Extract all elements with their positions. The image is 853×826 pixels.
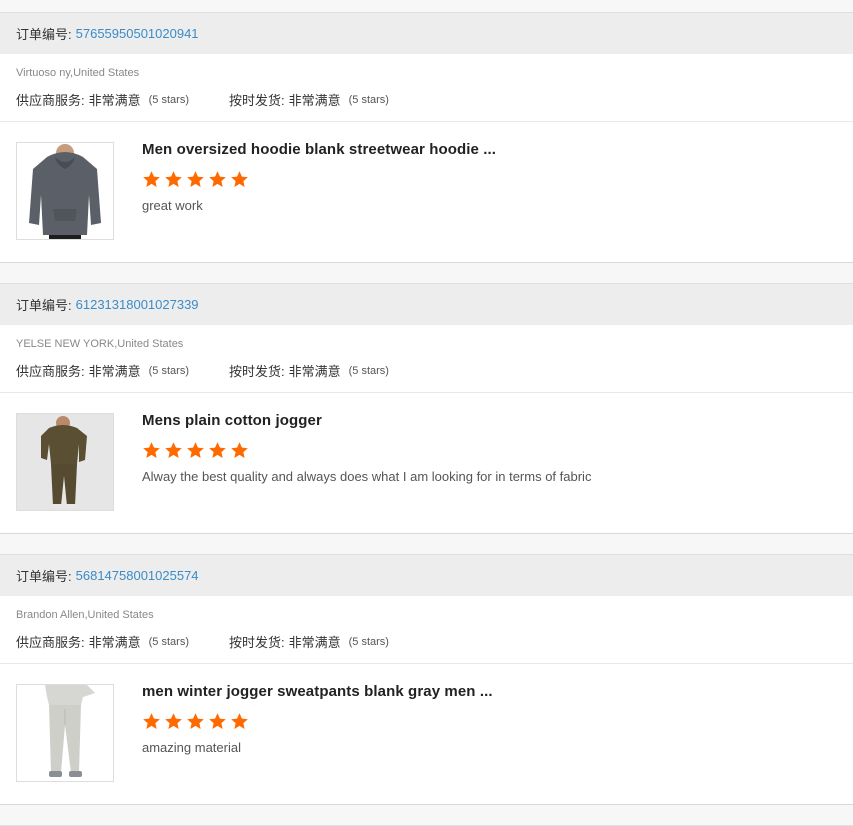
buyer-name: Brandon Allen,United States bbox=[16, 609, 154, 621]
supplier-service-rating: 供应商服务: 非常满意 (5 stars) bbox=[16, 90, 189, 109]
on-time-rating: 按时发货: 非常满意 (5 stars) bbox=[229, 90, 389, 109]
order-header: 订单编号: 56814758001025574 bbox=[0, 555, 853, 596]
star-icon bbox=[187, 442, 204, 458]
order-card: 订单编号: 61231318001027339 YELSE NEW YORK,U… bbox=[0, 284, 853, 534]
order-header: 订单编号: 61231318001027339 bbox=[0, 284, 853, 325]
supplier-service-value: 非常满意 bbox=[88, 364, 141, 379]
star-icon bbox=[165, 713, 182, 729]
supplier-ratings: 供应商服务: 非常满意 (5 stars) 按时发货: 非常满意 (5 star… bbox=[16, 90, 853, 109]
on-time-stars: (5 stars) bbox=[348, 635, 389, 648]
star-icon bbox=[209, 171, 226, 187]
star-icon bbox=[165, 171, 182, 187]
on-time-value: 非常满意 bbox=[288, 93, 341, 108]
star-rating bbox=[142, 170, 496, 190]
supplier-review: Virtuoso ny,United States 供应商服务: 非常满意 (5… bbox=[0, 54, 853, 122]
order-number-link[interactable]: 57655950501020941 bbox=[76, 26, 199, 41]
supplier-service-rating: 供应商服务: 非常满意 (5 stars) bbox=[16, 361, 189, 380]
product-info: Mens plain cotton jogger Alway the best … bbox=[142, 413, 591, 513]
review-comment: amazing material bbox=[142, 740, 241, 755]
on-time-value: 非常满意 bbox=[288, 364, 341, 379]
supplier-ratings: 供应商服务: 非常满意 (5 stars) 按时发货: 非常满意 (5 star… bbox=[16, 361, 853, 380]
on-time-stars: (5 stars) bbox=[348, 93, 389, 106]
review-comment: Alway the best quality and always does w… bbox=[142, 469, 592, 484]
product-review: Mens plain cotton jogger Alway the best … bbox=[0, 393, 853, 533]
on-time-label: 按时发货: bbox=[228, 93, 285, 108]
star-icon bbox=[231, 713, 248, 729]
on-time-label: 按时发货: bbox=[228, 364, 285, 379]
supplier-service-label: 供应商服务: bbox=[16, 93, 85, 108]
on-time-rating: 按时发货: 非常满意 (5 stars) bbox=[229, 361, 389, 380]
star-icon bbox=[165, 442, 182, 458]
star-icon bbox=[231, 442, 248, 458]
star-icon bbox=[209, 713, 226, 729]
order-number-label: 订单编号: bbox=[16, 27, 72, 42]
order-divider bbox=[0, 263, 853, 284]
on-time-value: 非常满意 bbox=[288, 635, 341, 650]
order-number-label: 订单编号: bbox=[16, 298, 72, 313]
product-title[interactable]: Mens plain cotton jogger bbox=[142, 413, 591, 429]
supplier-service-stars: (5 stars) bbox=[148, 364, 189, 377]
star-rating bbox=[142, 712, 493, 732]
supplier-service-stars: (5 stars) bbox=[148, 93, 189, 106]
hoodie-product-image[interactable] bbox=[16, 142, 114, 240]
supplier-ratings: 供应商服务: 非常满意 (5 stars) 按时发货: 非常满意 (5 star… bbox=[16, 632, 853, 651]
star-rating bbox=[142, 441, 591, 461]
order-number-label: 订单编号: bbox=[16, 569, 72, 584]
on-time-stars: (5 stars) bbox=[348, 364, 389, 377]
star-icon bbox=[143, 713, 160, 729]
top-spacer bbox=[0, 0, 853, 13]
order-number-link[interactable]: 61231318001027339 bbox=[76, 297, 199, 312]
product-info: men winter jogger sweatpants blank gray … bbox=[142, 684, 493, 784]
supplier-review: Brandon Allen,United States 供应商服务: 非常满意 … bbox=[0, 596, 853, 664]
supplier-service-label: 供应商服务: bbox=[16, 635, 85, 650]
supplier-service-label: 供应商服务: bbox=[16, 364, 85, 379]
order-card: 订单编号: 56814758001025574 Brandon Allen,Un… bbox=[0, 555, 853, 805]
buyer-name: YELSE NEW YORK,United States bbox=[16, 338, 184, 350]
jogger-set-product-image[interactable] bbox=[16, 413, 114, 511]
star-icon bbox=[231, 171, 248, 187]
order-header: 订单编号: 57655950501020941 bbox=[0, 13, 853, 54]
product-title[interactable]: men winter jogger sweatpants blank gray … bbox=[142, 684, 493, 700]
supplier-service-stars: (5 stars) bbox=[148, 635, 189, 648]
star-icon bbox=[187, 713, 204, 729]
supplier-service-value: 非常满意 bbox=[88, 93, 141, 108]
star-icon bbox=[209, 442, 226, 458]
on-time-label: 按时发货: bbox=[228, 635, 285, 650]
star-icon bbox=[187, 171, 204, 187]
order-number-link[interactable]: 56814758001025574 bbox=[76, 568, 199, 583]
product-review: Men oversized hoodie blank streetwear ho… bbox=[0, 122, 853, 262]
star-icon bbox=[143, 442, 160, 458]
supplier-service-rating: 供应商服务: 非常满意 (5 stars) bbox=[16, 632, 189, 651]
star-icon bbox=[143, 171, 160, 187]
order-divider bbox=[0, 534, 853, 555]
supplier-service-value: 非常满意 bbox=[88, 635, 141, 650]
product-review: men winter jogger sweatpants blank gray … bbox=[0, 664, 853, 804]
product-info: Men oversized hoodie blank streetwear ho… bbox=[142, 142, 496, 242]
review-comment: great work bbox=[142, 198, 203, 213]
product-title[interactable]: Men oversized hoodie blank streetwear ho… bbox=[142, 142, 496, 158]
buyer-name: Virtuoso ny,United States bbox=[16, 67, 140, 79]
supplier-review: YELSE NEW YORK,United States 供应商服务: 非常满意… bbox=[0, 325, 853, 393]
gray-sweatpants-product-image[interactable] bbox=[16, 684, 114, 782]
order-card: 订单编号: 57655950501020941 Virtuoso ny,Unit… bbox=[0, 13, 853, 263]
on-time-rating: 按时发货: 非常满意 (5 stars) bbox=[229, 632, 389, 651]
